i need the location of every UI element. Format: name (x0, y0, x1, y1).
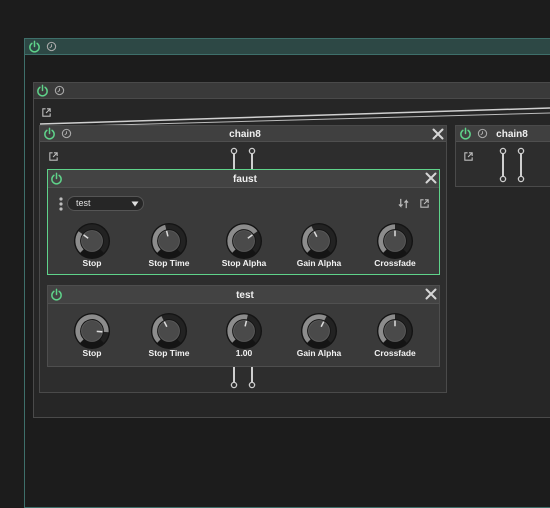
power-icon[interactable] (50, 172, 63, 185)
preset-select[interactable]: test (67, 196, 144, 211)
reset-icon[interactable] (61, 128, 72, 139)
knob-label: Stop (52, 348, 132, 358)
power-icon[interactable] (459, 127, 472, 140)
knob[interactable] (225, 222, 263, 260)
chain-title: chain8 (200, 129, 290, 140)
faust-title: faust (200, 174, 290, 185)
input-ports[interactable] (228, 146, 260, 170)
chain-title: chain8 (490, 129, 534, 140)
knob-cap (159, 321, 180, 342)
knob-cap (159, 231, 180, 252)
external-window-icon[interactable] (48, 151, 59, 162)
knob-cap (309, 321, 330, 342)
knob[interactable] (73, 222, 111, 260)
chevron-down-icon (131, 201, 139, 207)
drag-handle-icon[interactable] (58, 196, 64, 212)
side-ports[interactable] (497, 146, 527, 184)
power-icon[interactable] (43, 127, 56, 140)
knob-cap (234, 321, 255, 342)
external-window-icon[interactable] (463, 151, 474, 162)
knob[interactable] (376, 312, 414, 350)
knob[interactable] (150, 222, 188, 260)
cable (40, 108, 550, 124)
reset-icon[interactable] (477, 128, 488, 139)
preset-select-value: test (76, 198, 91, 208)
knob-label: Crossfade (355, 348, 435, 358)
knob-cap (82, 231, 103, 252)
knob-label: Stop Time (129, 258, 209, 268)
knob[interactable] (300, 222, 338, 260)
output-ports[interactable] (228, 367, 260, 391)
knob-label: Stop (52, 258, 132, 268)
knob-label: Gain Alpha (279, 258, 359, 268)
test-title: test (200, 290, 290, 301)
knob[interactable] (300, 312, 338, 350)
knob[interactable] (376, 222, 414, 260)
knob-cap (234, 231, 255, 252)
knob-label: Stop Alpha (204, 258, 284, 268)
external-window-icon[interactable] (419, 198, 430, 209)
knob-label: 1.00 (204, 348, 284, 358)
knob[interactable] (73, 312, 111, 350)
power-icon[interactable] (50, 288, 63, 301)
knob-cap (309, 231, 330, 252)
knob-label: Crossfade (355, 258, 435, 268)
knob-label: Stop Time (129, 348, 209, 358)
knob-label: Gain Alpha (279, 348, 359, 358)
close-icon[interactable] (432, 128, 444, 140)
swap-icon[interactable] (398, 198, 409, 209)
close-icon[interactable] (425, 288, 437, 300)
knob[interactable] (225, 312, 263, 350)
close-icon[interactable] (425, 172, 437, 184)
knob[interactable] (150, 312, 188, 350)
